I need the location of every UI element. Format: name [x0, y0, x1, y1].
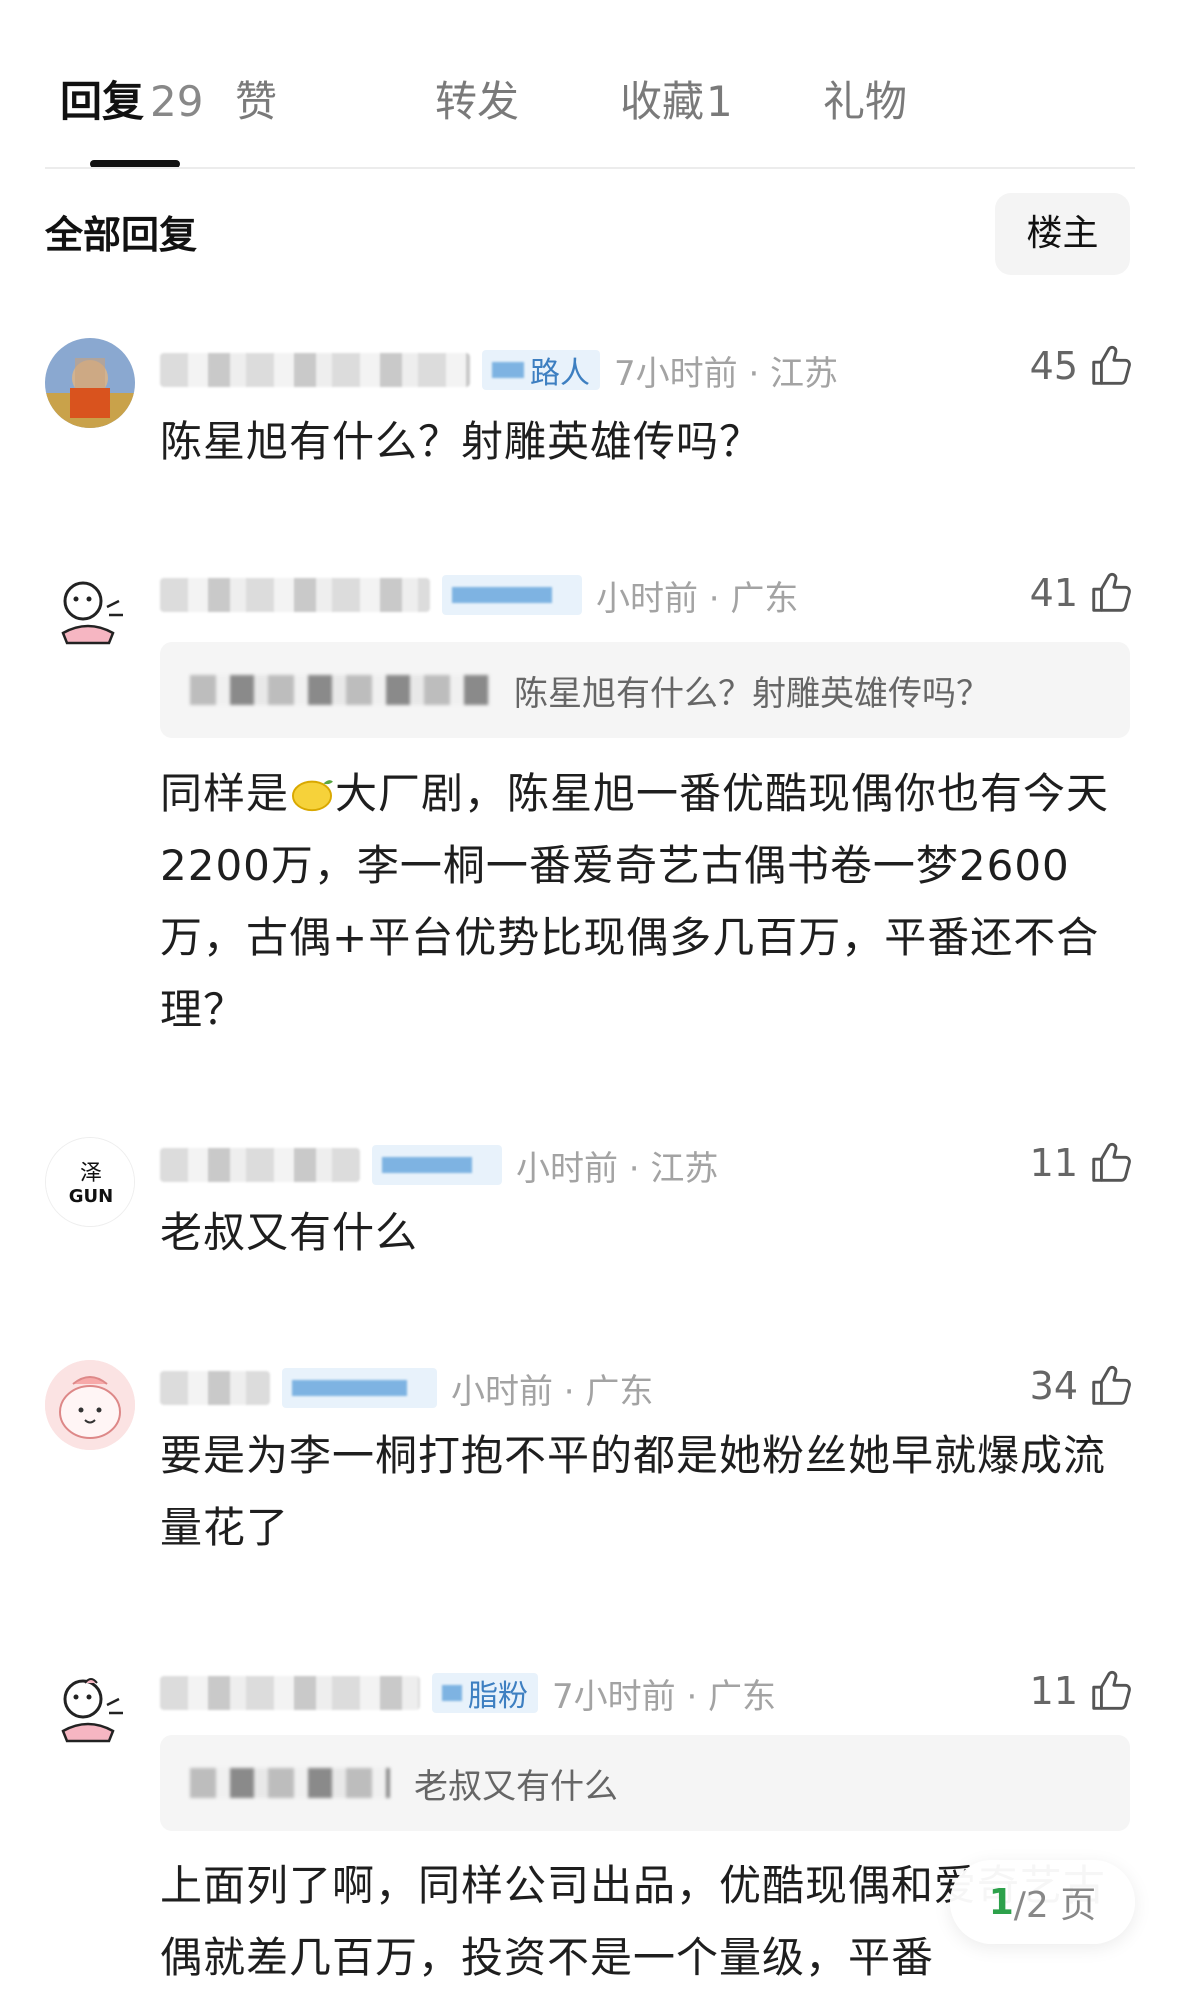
comment-time-location: 7小时前 · 江苏: [614, 353, 839, 394]
svg-text:GUN: GUN: [69, 1186, 113, 1207]
tab-likes[interactable]: 赞: [235, 72, 277, 132]
lemon-emoji-icon: [292, 780, 333, 812]
user-badge: 路人: [482, 350, 600, 391]
owner-only-button[interactable]: 楼主: [995, 193, 1130, 275]
tab-gifts-label: 礼物: [823, 77, 908, 126]
avatar[interactable]: [45, 1360, 135, 1450]
tab-replies-count: 29: [150, 77, 204, 126]
comment-text: 要是为李一桐打抱不平的都是她粉丝她早就爆成流量花了: [160, 1431, 1107, 1552]
username-redacted[interactable]: [160, 578, 430, 612]
user-badge: [282, 1368, 437, 1408]
tab-replies[interactable]: 回复 29: [60, 72, 203, 132]
user-badge: 脂粉: [432, 1673, 538, 1714]
like-button[interactable]: 45: [1030, 338, 1134, 394]
quoted-username-redacted: [190, 1768, 390, 1798]
comment-text: 陈星旭有什么？射雕英雄传吗？: [160, 417, 763, 466]
thumbs-up-icon: [1092, 1142, 1131, 1182]
tab-favorites-label: 收藏: [620, 77, 705, 126]
avatar[interactable]: [45, 567, 135, 657]
thumbs-up-icon: [1092, 572, 1131, 612]
comment-meta: 小时前 · 江苏: [160, 1140, 718, 1190]
badge-redacted: [292, 1380, 407, 1396]
quoted-text: 陈星旭有什么？射雕英雄传吗？: [514, 673, 990, 714]
tab-favorites-count: 1: [706, 77, 733, 126]
badge-redacted: [442, 1685, 462, 1701]
tab-bar: 回复 29 赞 转发 收藏 1 礼物: [60, 72, 1140, 132]
avatar-image: [45, 1360, 135, 1450]
badge-redacted: [452, 587, 552, 603]
tab-favorites[interactable]: 收藏 1: [620, 72, 733, 132]
like-button[interactable]: 11: [1030, 1663, 1134, 1719]
comment-meta: 路人 7小时前 · 江苏: [160, 345, 838, 395]
badge-label: 脂粉: [468, 1679, 528, 1714]
username-redacted[interactable]: [160, 1371, 270, 1405]
avatar[interactable]: [45, 338, 135, 428]
tab-gifts[interactable]: 礼物: [823, 72, 907, 132]
username-redacted[interactable]: [160, 1676, 420, 1710]
avatar-image: [45, 1665, 135, 1755]
like-count: 11: [1029, 1141, 1078, 1185]
like-count: 11: [1029, 1669, 1078, 1713]
badge-redacted: [382, 1157, 472, 1173]
like-count: 34: [1029, 1364, 1078, 1408]
tab-reposts-label: 转发: [435, 77, 520, 126]
like-button[interactable]: 41: [1030, 565, 1134, 621]
thumbs-up-icon: [1092, 1365, 1131, 1405]
badge-label: 路人: [530, 356, 590, 391]
comment-meta: 小时前 · 广东: [160, 570, 798, 620]
all-replies-label: 全部回复: [45, 213, 198, 257]
username-redacted[interactable]: [160, 353, 470, 387]
avatar[interactable]: 泽 GUN: [45, 1137, 135, 1227]
quoted-reply[interactable]: 陈星旭有什么？射雕英雄传吗？: [160, 642, 1130, 738]
like-button[interactable]: 34: [1030, 1358, 1134, 1414]
avatar-image: [45, 567, 135, 657]
thumbs-up-icon: [1092, 345, 1131, 385]
tab-replies-label: 回复: [60, 77, 145, 126]
avatar[interactable]: [45, 1665, 135, 1755]
user-badge: [442, 575, 582, 615]
like-count: 45: [1029, 344, 1078, 388]
badge-redacted: [492, 362, 524, 378]
comment-time-location: 小时前 · 广东: [596, 578, 799, 619]
comment-text: 同样是 大厂剧，陈星旭一番优酷现偶你也有今天2200万，李一桐一番爱奇艺古偶书卷一…: [160, 758, 1135, 1046]
comment-time-location: 7小时前 · 广东: [552, 1676, 777, 1717]
thumbs-up-icon: [1092, 1670, 1131, 1710]
like-button[interactable]: 11: [1030, 1135, 1134, 1191]
comment-text: 老叔又有什么: [160, 1208, 419, 1257]
comment-time-location: 小时前 · 江苏: [516, 1148, 719, 1189]
username-redacted[interactable]: [160, 1148, 360, 1182]
svg-text:泽: 泽: [80, 1161, 102, 1186]
comment-text-part: 同样是: [160, 769, 290, 818]
quoted-reply[interactable]: 老叔又有什么: [160, 1735, 1130, 1831]
page-current: 1: [988, 1881, 1014, 1923]
tabs-divider: [45, 167, 1135, 169]
tab-reposts[interactable]: 转发: [435, 72, 519, 132]
quoted-text: 老叔又有什么: [414, 1766, 618, 1807]
like-count: 41: [1029, 571, 1078, 615]
avatar-image: 泽 GUN: [46, 1138, 134, 1226]
comment-meta: 脂粉 7小时前 · 广东: [160, 1668, 776, 1718]
user-badge: [372, 1145, 502, 1185]
page-indicator[interactable]: 1/2 页: [950, 1860, 1135, 1944]
avatar-image: [45, 338, 135, 428]
page-total: /2 页: [1013, 1885, 1097, 1926]
tab-likes-label: 赞: [235, 77, 278, 126]
comment-meta: 小时前 · 广东: [160, 1363, 653, 1413]
comment-time-location: 小时前 · 广东: [451, 1371, 654, 1412]
quoted-username-redacted: [190, 675, 490, 705]
